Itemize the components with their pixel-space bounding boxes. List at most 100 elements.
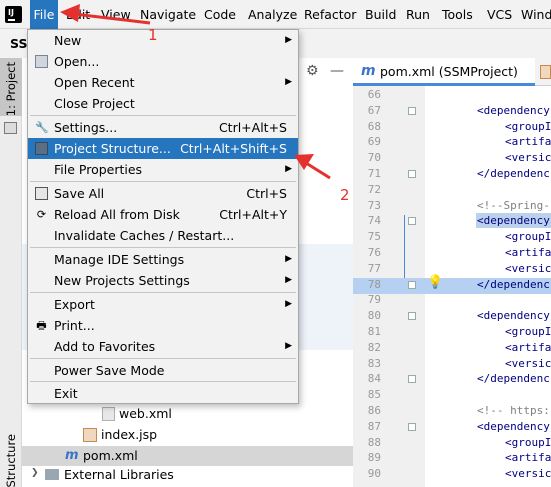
code-line: <artifa	[505, 135, 551, 149]
folder-open-icon	[35, 55, 48, 68]
menu-item-exit[interactable]: Exit	[28, 383, 298, 404]
jsp-file-icon[interactable]	[540, 65, 551, 79]
menu-analyze[interactable]: Analyze	[248, 0, 297, 29]
menu-item-invalidate-caches[interactable]: Invalidate Caches / Restart...	[28, 225, 298, 246]
fold-marker-icon[interactable]	[408, 422, 416, 431]
menu-item-new[interactable]: New ▶	[28, 30, 298, 51]
menu-item-close-project[interactable]: Close Project	[28, 93, 298, 114]
code-line: <!-- https:	[477, 404, 550, 417]
minimize-icon[interactable]: —	[330, 63, 344, 79]
menu-refactor[interactable]: Refactor	[304, 0, 356, 29]
tree-item-web-xml[interactable]: web.xml	[119, 406, 172, 421]
project-tool-tab[interactable]: 1: Project	[0, 58, 22, 116]
menu-view[interactable]: View	[101, 0, 131, 29]
fold-marker-icon[interactable]	[408, 170, 416, 178]
menu-item-settings[interactable]: 🔧 Settings... Ctrl+Alt+S	[28, 117, 298, 138]
code-line: </dependenc	[477, 277, 550, 291]
menu-separator	[30, 358, 296, 359]
maven-m-icon: m	[361, 63, 376, 79]
chevron-right-icon: ▶	[285, 341, 292, 351]
menu-window[interactable]: Wind	[521, 0, 551, 29]
fold-marker-icon[interactable]	[408, 280, 416, 289]
line-number: 81	[367, 325, 381, 338]
code-line: <groupI	[505, 325, 551, 338]
lightbulb-icon[interactable]: 💡	[427, 275, 443, 290]
menu-item-save-all[interactable]: Save All Ctrl+S	[28, 183, 298, 204]
code-line: <dependency	[477, 419, 550, 433]
refresh-icon: ⟳	[36, 208, 47, 221]
line-number: 86	[367, 404, 381, 417]
code-line: <!--Spring-	[477, 198, 550, 212]
code-line: <versic	[505, 151, 551, 165]
line-number: 79	[367, 293, 381, 307]
line-number: 84	[367, 372, 381, 386]
structure-tool-tab[interactable]: Structure	[4, 434, 18, 487]
code-line: </dependenc	[477, 167, 550, 180]
save-icon	[35, 187, 48, 200]
line-number: 75	[367, 230, 381, 244]
line-number: 88	[367, 435, 381, 449]
line-number: 87	[367, 419, 381, 433]
menu-item-open-recent[interactable]: Open Recent ▶	[28, 72, 298, 93]
fold-marker-icon[interactable]	[408, 312, 416, 321]
menu-run[interactable]: Run	[406, 0, 430, 29]
menu-item-power-save-mode[interactable]: Power Save Mode	[28, 360, 298, 381]
code-line: <groupI	[505, 435, 551, 449]
fold-marker-icon[interactable]	[408, 217, 416, 226]
menu-vcs[interactable]: VCS	[487, 0, 512, 29]
line-number: 83	[367, 356, 381, 370]
menu-bar: IJ File Edit View Navigate Code Analyze …	[0, 0, 551, 29]
menu-item-new-projects-settings[interactable]: New Projects Settings ▶	[28, 270, 298, 291]
fold-marker-icon[interactable]	[408, 106, 416, 115]
jsp-file-icon	[83, 428, 97, 442]
line-number: 66	[367, 88, 381, 101]
menu-edit[interactable]: Edit	[66, 0, 90, 29]
folder-icon	[4, 122, 17, 134]
menu-item-manage-ide-settings[interactable]: Manage IDE Settings ▶	[28, 249, 298, 270]
code-line: <artifa	[505, 451, 551, 465]
code-line: <groupI	[505, 119, 551, 133]
chevron-right-icon[interactable]: ❯	[31, 468, 39, 478]
line-number: 77	[367, 261, 381, 275]
menu-file[interactable]: File	[30, 0, 58, 29]
menu-tools[interactable]: Tools	[442, 0, 473, 29]
menu-item-add-to-favorites[interactable]: Add to Favorites ▶	[28, 336, 298, 357]
menu-navigate[interactable]: Navigate	[140, 0, 196, 29]
code-line: <artifa	[505, 246, 551, 259]
tree-item-pom-xml[interactable]: pom.xml	[83, 448, 138, 463]
line-number: 74	[367, 214, 381, 228]
line-number: 70	[367, 151, 381, 165]
line-number: 68	[367, 119, 381, 133]
chevron-right-icon: ▶	[285, 35, 292, 45]
menu-build[interactable]: Build	[365, 0, 396, 29]
line-number: 69	[367, 135, 381, 149]
annotation-label-1: 1	[148, 26, 158, 44]
code-line: <artifa	[505, 340, 551, 354]
chevron-right-icon: ▶	[285, 77, 292, 87]
line-number: 80	[367, 309, 381, 323]
code-line: <dependency	[477, 309, 550, 323]
project-tool-tab-label: 1: Project	[4, 62, 18, 117]
tree-item-external-libraries[interactable]: External Libraries	[64, 467, 174, 482]
printer-icon: 🖶	[36, 319, 47, 332]
brace-guide-line	[404, 215, 405, 279]
maven-m-icon: m	[65, 448, 79, 463]
tree-item-index-jsp[interactable]: index.jsp	[101, 427, 157, 442]
menu-item-print[interactable]: 🖶 Print...	[28, 315, 298, 336]
line-number: 85	[367, 388, 381, 402]
line-number: 67	[367, 103, 381, 117]
menu-separator	[30, 292, 296, 293]
menu-item-file-properties[interactable]: File Properties ▶	[28, 159, 298, 180]
xml-file-icon	[102, 407, 115, 421]
gear-icon[interactable]: ⚙	[306, 63, 319, 79]
chevron-right-icon: ▶	[285, 164, 292, 174]
menu-item-reload-all[interactable]: ⟳ Reload All from Disk Ctrl+Alt+Y	[28, 204, 298, 225]
line-number: 71	[367, 167, 381, 180]
menu-separator	[30, 381, 296, 382]
menu-item-project-structure[interactable]: Project Structure... Ctrl+Alt+Shift+S	[28, 138, 298, 159]
menu-item-export[interactable]: Export ▶	[28, 294, 298, 315]
menu-item-open[interactable]: Open...	[28, 51, 298, 72]
line-number: 76	[367, 246, 381, 259]
menu-code[interactable]: Code	[204, 0, 236, 29]
fold-marker-icon[interactable]	[408, 375, 416, 384]
